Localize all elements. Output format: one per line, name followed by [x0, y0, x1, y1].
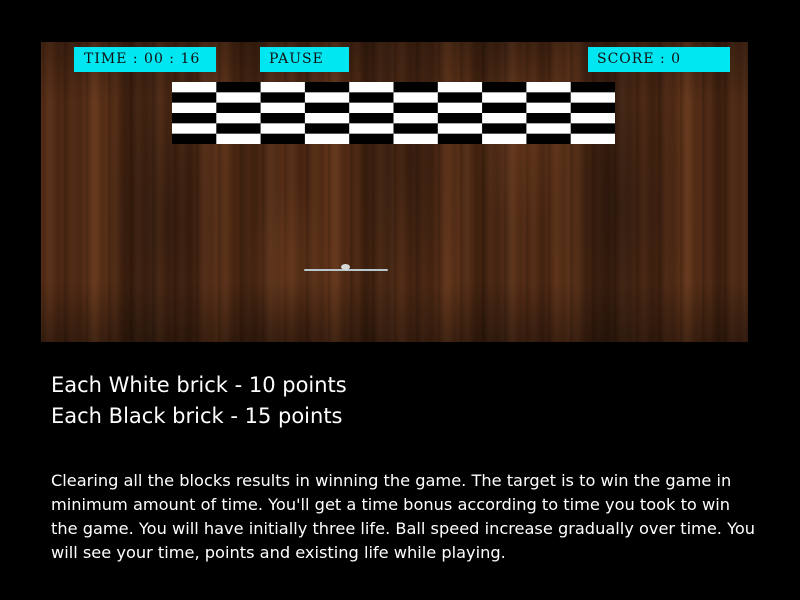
black-brick [216, 123, 261, 134]
white-brick [437, 123, 483, 134]
brick-wall [172, 82, 615, 144]
white-brick [216, 113, 261, 124]
black-brick [172, 133, 217, 144]
white-brick [172, 102, 217, 114]
white-brick [526, 123, 571, 134]
white-brick-rule: Each White brick - 10 points [51, 373, 347, 397]
white-brick [216, 133, 261, 144]
white-brick [349, 123, 394, 134]
black-brick [437, 113, 483, 124]
black-brick [260, 113, 306, 124]
white-brick [260, 102, 306, 114]
white-brick [570, 92, 615, 103]
white-brick [482, 113, 527, 124]
white-brick [304, 92, 350, 103]
black-brick [216, 82, 261, 93]
black-brick [260, 133, 306, 144]
black-brick [260, 92, 306, 103]
white-brick [437, 82, 483, 93]
black-brick [393, 82, 439, 93]
white-brick [349, 102, 394, 114]
game-description: Clearing all the blocks results in winni… [51, 471, 755, 562]
black-brick [349, 92, 394, 103]
white-brick [570, 133, 615, 144]
black-brick [349, 133, 394, 144]
white-brick [393, 113, 439, 124]
white-brick [526, 102, 571, 114]
black-brick [526, 92, 571, 103]
black-brick [304, 123, 350, 134]
white-brick [172, 123, 217, 134]
white-brick [260, 123, 306, 134]
scoring-rules: Each White brick - 10 points Each Black … [51, 370, 771, 432]
pause-button[interactable]: PAUSE [260, 47, 349, 72]
black-brick [526, 133, 571, 144]
white-brick [526, 82, 571, 93]
black-brick [437, 92, 483, 103]
black-brick [304, 82, 350, 93]
game-board[interactable]: TIME : 00 : 16 PAUSE SCORE : 0 [41, 42, 748, 342]
white-brick [393, 92, 439, 103]
game-screen: TIME : 00 : 16 PAUSE SCORE : 0 Each Whit… [0, 0, 800, 600]
white-brick [570, 113, 615, 124]
black-brick [172, 113, 217, 124]
white-brick [216, 92, 261, 103]
black-brick [570, 102, 615, 114]
time-display: TIME : 00 : 16 [74, 47, 216, 72]
white-brick [349, 82, 394, 93]
white-brick [393, 133, 439, 144]
white-brick [260, 82, 306, 93]
black-brick [570, 123, 615, 134]
black-brick [482, 102, 527, 114]
black-brick-rule: Each Black brick - 15 points [51, 404, 343, 428]
white-brick [482, 92, 527, 103]
black-brick [526, 113, 571, 124]
black-brick [349, 113, 394, 124]
black-brick [393, 123, 439, 134]
white-brick [482, 133, 527, 144]
ball [341, 264, 350, 270]
black-brick [570, 82, 615, 93]
black-brick [437, 133, 483, 144]
white-brick [304, 133, 350, 144]
white-brick [304, 113, 350, 124]
white-brick [437, 102, 483, 114]
score-display: SCORE : 0 [588, 47, 730, 72]
black-brick [216, 102, 261, 114]
black-brick [393, 102, 439, 114]
white-brick [172, 82, 217, 93]
black-brick [172, 92, 217, 103]
black-brick [482, 82, 527, 93]
black-brick [482, 123, 527, 134]
black-brick [304, 102, 350, 114]
